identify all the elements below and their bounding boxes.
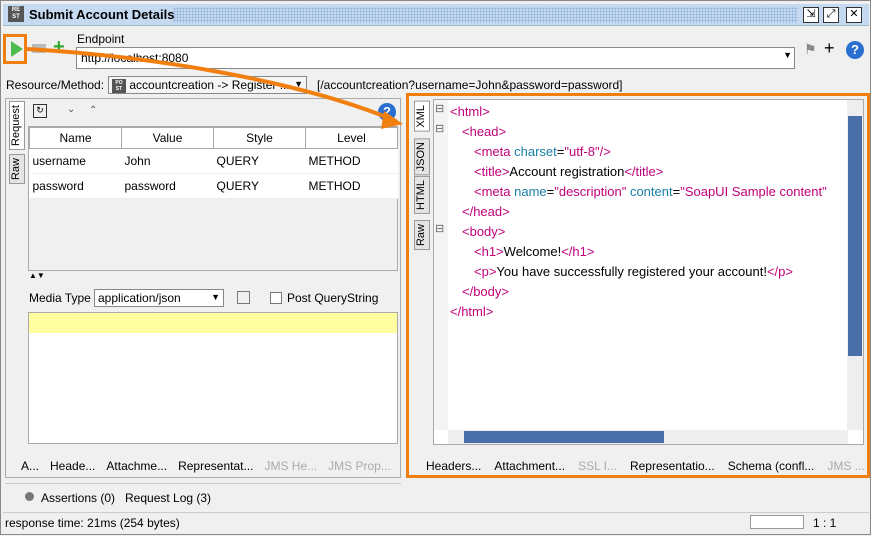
assertions-status-icon bbox=[25, 492, 34, 501]
tab-request-log[interactable]: Request Log (3) bbox=[125, 491, 211, 505]
annotation-arrow bbox=[26, 47, 403, 129]
divider bbox=[3, 512, 869, 513]
divider bbox=[5, 483, 401, 484]
progress-bar bbox=[750, 515, 804, 529]
cursor-position: 1 : 1 bbox=[813, 516, 837, 530]
tab-assertions-footer[interactable]: Assertions (0) bbox=[41, 491, 115, 505]
status-text: response time: 21ms (254 bytes) bbox=[5, 516, 180, 530]
